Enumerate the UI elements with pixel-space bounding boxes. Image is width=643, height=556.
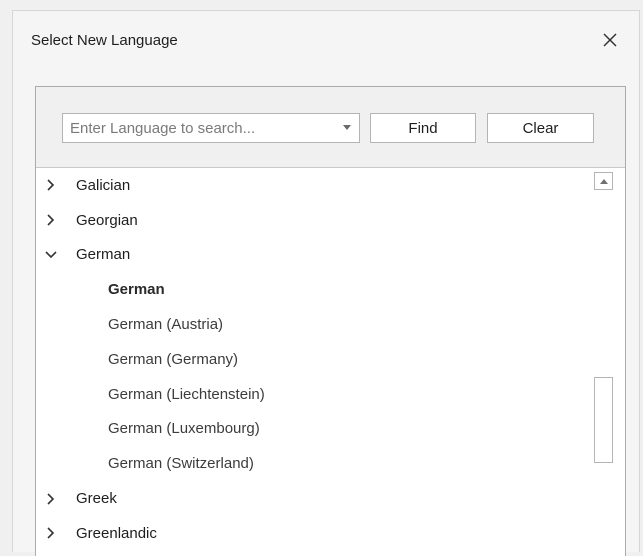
tree-item-label: German [76,246,131,264]
close-button[interactable] [597,27,623,53]
chevron-right-icon[interactable] [44,213,58,227]
scroll-up-arrow-icon [599,178,608,184]
tree-item-german[interactable]: German [36,272,594,307]
tree-item-label: Greek [76,490,117,508]
tree-group-georgian[interactable]: Georgian [36,203,594,238]
clear-button[interactable]: Clear [487,113,594,143]
tree-item-label: German [108,281,165,299]
tree-item-german-germany[interactable]: German (Germany) [36,342,594,377]
scroll-up-button[interactable] [594,172,613,190]
close-icon [603,33,617,47]
tree-item-label: German (Austria) [108,316,224,334]
language-panel: Find Clear Galician Georgian German [35,86,626,556]
search-bar: Find Clear [36,87,625,168]
scrollbar-thumb[interactable] [594,377,613,463]
tree-item-label: German (Liechtenstein) [108,385,265,403]
vertical-scrollbar[interactable] [594,168,614,556]
tree-item-german-switzerland[interactable]: German (Switzerland) [36,446,594,481]
tree-item-german-austria[interactable]: German (Austria) [36,307,594,342]
tree-group-greek[interactable]: Greek [36,481,594,516]
tree-item-label: German (Germany) [108,350,239,368]
tree-item-german-liechtenstein[interactable]: German (Liechtenstein) [36,377,594,412]
tree-item-label: Greenlandic [76,524,157,542]
dialog-titlebar: Select New Language [13,11,639,69]
chevron-right-icon[interactable] [44,526,58,540]
chevron-right-icon[interactable] [44,178,58,192]
tree-item-label: German (Luxembourg) [108,420,260,438]
select-language-dialog: Select New Language Find Clear Galician [12,10,640,556]
tree-item-german-luxembourg[interactable]: German (Luxembourg) [36,412,594,447]
tree-group-galician[interactable]: Galician [36,168,594,203]
tree-item-label: German (Switzerland) [108,455,254,473]
tree-item-label: Georgian [76,211,138,229]
chevron-right-icon[interactable] [44,492,58,506]
chevron-down-icon[interactable] [44,248,58,262]
dropdown-arrow-icon[interactable] [343,125,351,130]
find-button[interactable]: Find [370,113,476,143]
language-tree: Galician Georgian German German German (… [36,168,594,556]
tree-group-greenlandic[interactable]: Greenlandic [36,516,594,551]
language-search-input[interactable] [63,114,325,142]
dialog-title: Select New Language [31,32,178,49]
tree-item-label: Galician [76,176,131,194]
tree-group-german[interactable]: German [36,238,594,273]
language-search-combo[interactable] [62,113,360,143]
